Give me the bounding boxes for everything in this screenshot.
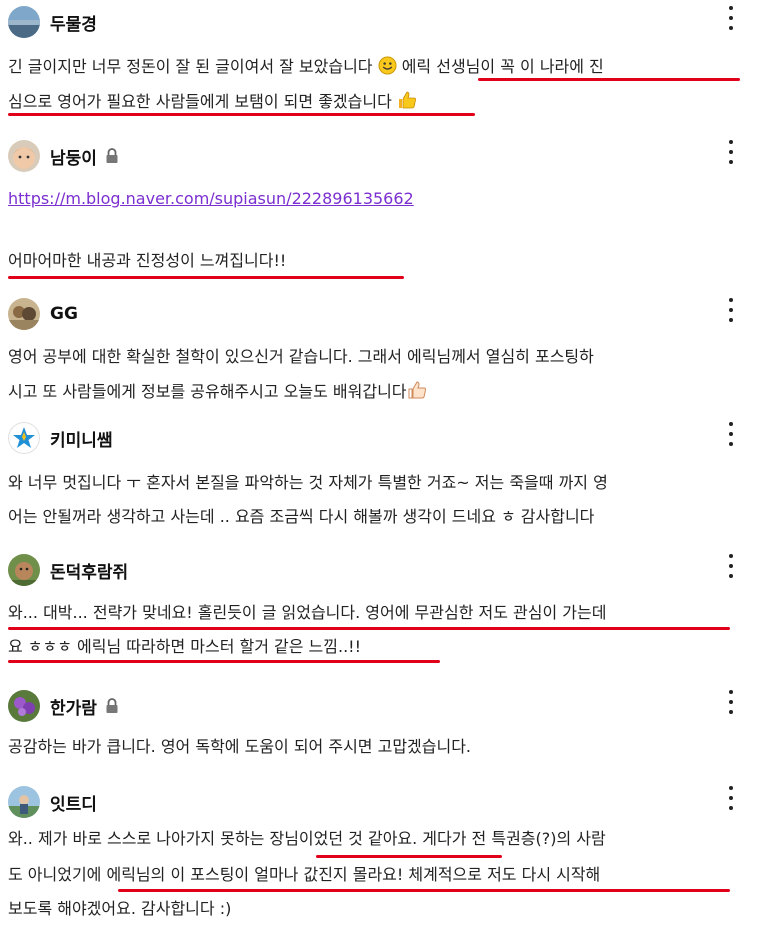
red-underline [8, 276, 404, 279]
blog-link-line: https://m.blog.naver.com/supiasun/222896… [8, 188, 414, 210]
comment-author[interactable]: 남둥이 [50, 144, 97, 169]
comment-text-line: 공감하는 바가 큽니다. 영어 독학에 도움이 되어 주시면 고맙겠습니다. [8, 737, 472, 756]
comment-text-line: 와 너무 멋집니다 ㅜ 혼자서 본질을 파악하는 것 자체가 특별한 거죠~ 저… [8, 473, 608, 492]
comment: 한가람 공감하는 바가 큽니다. 영어 독학에 도움이 되어 주시면 고맙겠습니… [0, 688, 773, 768]
more-options-icon[interactable] [727, 298, 735, 322]
avatar[interactable] [8, 690, 40, 722]
more-options-icon[interactable] [727, 786, 735, 810]
comment-author[interactable]: 잇트디 [50, 790, 97, 815]
comment: 잇트디 와.. 제가 바로 스스로 나아가지 못하는 장님이었던 것 같아요. … [0, 784, 773, 926]
comment-text-line: 요 ㅎㅎㅎ 에릭님 따라하면 마스터 할거 같은 느낌..!! [8, 637, 362, 656]
comment-text-line: 와... 대박... 전략가 맞네요! 홀린듯이 글 읽었습니다. 영어에 무관… [8, 603, 607, 622]
avatar[interactable] [8, 6, 40, 38]
lock-icon [106, 148, 118, 163]
comment-text-line: 영어 공부에 대한 확실한 철학이 있으신거 같습니다. 그래서 에릭님께서 열… [8, 347, 594, 366]
avatar[interactable] [8, 554, 40, 586]
avatar[interactable] [8, 298, 40, 330]
comment-text-line: 보도록 해야겠어요. 감사합니다 :) [8, 899, 232, 918]
avatar[interactable] [8, 422, 40, 454]
more-options-icon[interactable] [727, 690, 735, 714]
comment-text-line: 와.. 제가 바로 스스로 나아가지 못하는 장님이었던 것 같아요. 게다가 … [8, 829, 606, 848]
comment-text-line: 심으로 영어가 필요한 사람들에게 보탬이 되면 좋겠습니다 [8, 90, 417, 113]
comment-author[interactable]: 두물경 [50, 10, 97, 35]
comment-author[interactable]: 한가람 [50, 694, 97, 719]
avatar[interactable] [8, 786, 40, 818]
comment: 돈덕후람쥐 와... 대박... 전략가 맞네요! 홀린듯이 글 읽었습니다. … [0, 552, 773, 672]
thumbs-up-emoji-icon [408, 381, 426, 399]
comment-text-line: 어마어마한 내공과 진정성이 느껴집니다!! [8, 251, 287, 270]
comment-text-line: 어는 안될꺼라 생각하고 사는데 .. 요즘 조금씩 다시 해볼까 생각이 드네… [8, 507, 595, 526]
comment-text-line: 긴 글이지만 너무 정돈이 잘 된 글이여서 잘 보았습니다 에릭 선생님이 꼭… [8, 56, 604, 76]
red-underline [8, 627, 730, 630]
more-options-icon[interactable] [727, 140, 735, 164]
more-options-icon[interactable] [727, 554, 735, 578]
red-underline [8, 113, 475, 116]
comment: 남둥이 https://m.blog.naver.com/supiasun/22… [0, 138, 773, 288]
smile-emoji-icon [378, 56, 397, 75]
thumbs-up-emoji-icon [398, 91, 416, 109]
more-options-icon[interactable] [727, 6, 735, 30]
comment-author[interactable]: GG [50, 304, 78, 324]
comment: 키미니쌤 와 너무 멋집니다 ㅜ 혼자서 본질을 파악하는 것 자체가 특별한 … [0, 420, 773, 530]
comment-author[interactable]: 키미니쌤 [50, 426, 113, 451]
red-underline [8, 660, 440, 663]
lock-icon [106, 698, 118, 713]
red-underline [118, 889, 730, 892]
blog-link[interactable]: https://m.blog.naver.com/supiasun/222896… [8, 189, 414, 208]
more-options-icon[interactable] [727, 422, 735, 446]
comment: GG 영어 공부에 대한 확실한 철학이 있으신거 같습니다. 그래서 에릭님께… [0, 296, 773, 406]
comment: 두물경 긴 글이지만 너무 정돈이 잘 된 글이여서 잘 보았습니다 에릭 선생… [0, 4, 773, 124]
red-underline [316, 855, 502, 858]
comment-text-line: 도 아니었기에 에릭님의 이 포스팅이 얼마나 값진지 몰라요! 체계적으로 저… [8, 865, 601, 884]
avatar[interactable] [8, 140, 40, 172]
comment-text-line: 시고 또 사람들에게 정보를 공유해주시고 오늘도 배워갑니다 [8, 380, 427, 403]
comment-author[interactable]: 돈덕후람쥐 [50, 558, 128, 583]
red-underline [478, 78, 740, 81]
